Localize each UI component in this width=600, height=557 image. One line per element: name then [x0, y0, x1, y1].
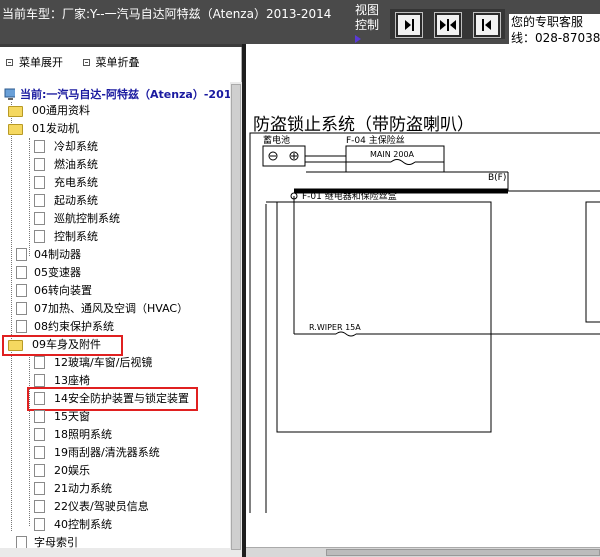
tree-line — [29, 354, 30, 526]
view-control-line2: 控制 — [355, 18, 380, 32]
scrollbar-thumb[interactable] — [231, 84, 241, 550]
document-icon — [16, 284, 27, 297]
current-model-title: 当前车型：厂家:Y--一汽马自达阿特兹（Atenza）2013-2014 — [2, 7, 332, 21]
document-icon — [16, 266, 27, 279]
partial-box — [585, 201, 600, 323]
support-line2: 线：028-870382 — [511, 31, 600, 44]
battery-label: 蓄电池 — [263, 134, 290, 146]
expand-icon — [6, 59, 13, 66]
navigation-panel: 菜单展开 菜单折叠 当前:一汽马自达-阿特兹（Atenza）-201 00通用资… — [0, 44, 242, 557]
document-icon — [34, 482, 45, 495]
highlight-box — [27, 387, 198, 411]
arrow-right-bar-icon — [405, 19, 414, 31]
wiring-diagram-view: 防盗锁止系统（带防盗喇叭） 蓄电池 F-04 主保险丝 MAIN 200A B(… — [246, 44, 600, 557]
page-nav-buttons — [390, 9, 505, 39]
tree-line — [11, 102, 12, 531]
panel-top-line — [0, 44, 242, 47]
document-icon — [34, 446, 45, 459]
document-icon — [34, 212, 45, 225]
category-tree: 当前:一汽马自达-阿特兹（Atenza）-201 00通用资料 01发动机 冷却… — [0, 82, 230, 552]
folder-open-icon — [8, 124, 23, 135]
collapse-icon — [82, 59, 90, 66]
highlight-box — [2, 335, 123, 356]
tree-line — [29, 138, 30, 256]
view-control-line1: 视图 — [355, 3, 380, 17]
document-icon — [34, 410, 45, 423]
document-icon — [34, 500, 45, 513]
folder-icon — [8, 106, 23, 117]
wiper-fuse-label: R.WIPER 15A — [309, 323, 361, 332]
menu-toggle-row: 菜单展开 菜单折叠 — [6, 54, 156, 70]
document-icon — [34, 374, 45, 387]
computer-icon — [4, 88, 15, 100]
document-icon — [16, 320, 27, 333]
document-icon — [16, 248, 27, 261]
menu-collapse-button[interactable]: 菜单折叠 — [82, 54, 140, 70]
document-icon — [34, 158, 45, 171]
fuse-symbol — [390, 159, 416, 165]
tree-vertical-scrollbar[interactable] — [230, 82, 242, 557]
diagram-scrollbar-thumb[interactable] — [326, 549, 600, 556]
support-line1: 您的专职客服 — [511, 15, 584, 29]
document-icon — [16, 302, 27, 315]
top-bar: 当前车型：厂家:Y--一汽马自达阿特兹（Atenza）2013-2014 视图 … — [0, 0, 600, 44]
relay-fuse-box — [276, 201, 492, 433]
view-control-arrow-icon — [355, 35, 361, 43]
document-icon — [34, 230, 45, 243]
document-icon — [34, 428, 45, 441]
wiring-diagram-svg: 蓄电池 F-04 主保险丝 MAIN 200A B(F) F-01 继电器和保险… — [249, 132, 600, 514]
connector-b-label: B(F) — [488, 173, 506, 183]
document-icon — [34, 140, 45, 153]
document-icon — [34, 464, 45, 477]
main-fuse-label: MAIN 200A — [370, 150, 415, 159]
fuse-symbol — [335, 331, 357, 337]
diagram-bottom-area — [246, 513, 600, 557]
support-info: 您的专职客服 线：028-870382 — [509, 14, 600, 44]
document-icon — [34, 356, 45, 369]
arrows-inward-icon — [440, 19, 456, 31]
document-icon — [34, 194, 45, 207]
prev-page-button[interactable] — [473, 12, 501, 38]
document-icon — [34, 518, 45, 531]
menu-expand-button[interactable]: 菜单展开 — [6, 54, 63, 70]
tree-horizontal-scrollbar[interactable] — [0, 548, 230, 557]
next-page-button[interactable] — [395, 12, 423, 38]
view-control[interactable]: 视图 控制 — [355, 3, 380, 43]
fuse-box-1-label: F-04 主保险丝 — [346, 134, 405, 146]
arrow-left-bar-icon — [482, 19, 491, 31]
fit-page-button[interactable] — [434, 12, 462, 38]
document-icon — [34, 176, 45, 189]
fuse-box-2-label: F-01 继电器和保险丝盒 — [302, 190, 397, 202]
